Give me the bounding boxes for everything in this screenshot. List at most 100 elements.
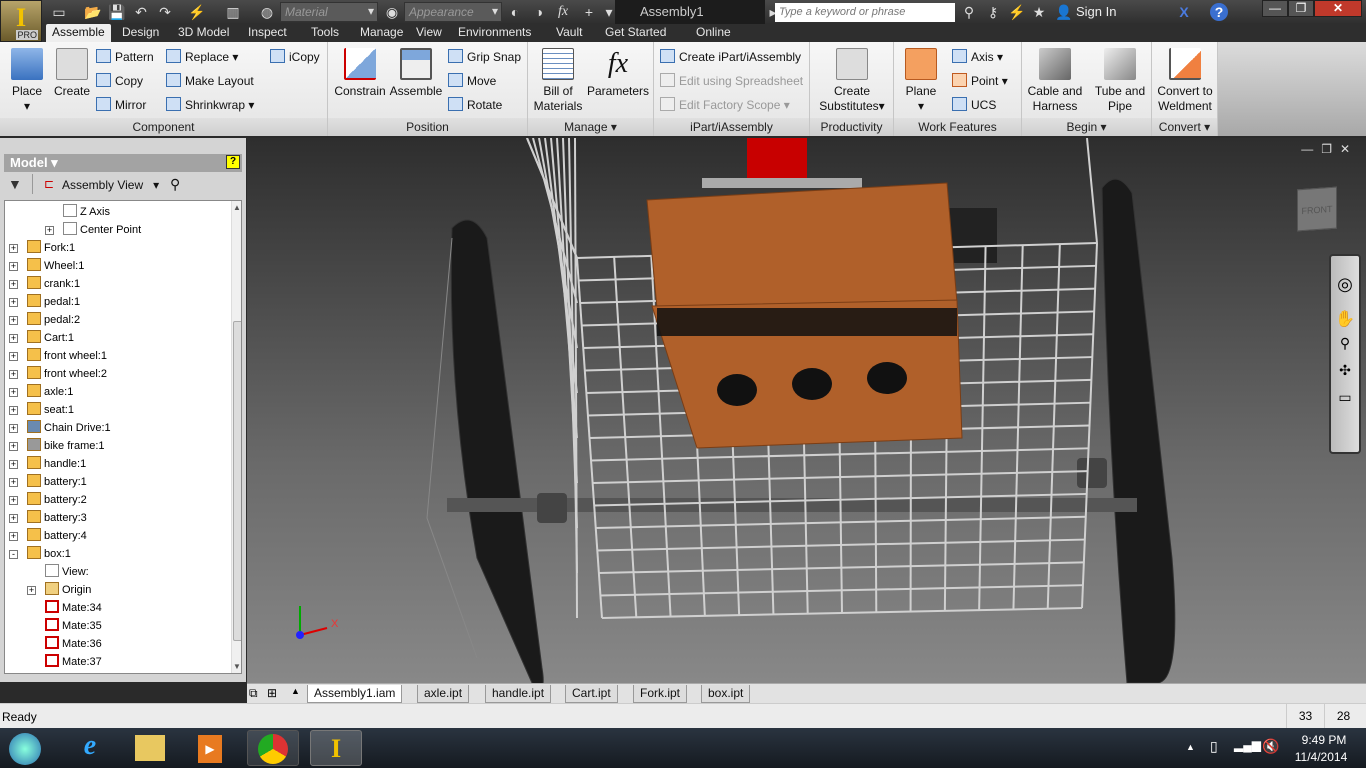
tab-list-icon[interactable]: ▲ <box>291 686 300 696</box>
3d-viewport[interactable]: X —❐✕ FRONT ◎ ✋ ⚲ ✣ ▭ <box>247 138 1366 683</box>
expand-icon[interactable]: + <box>9 298 18 307</box>
network-icon[interactable]: ▂▄▆ <box>1234 738 1261 752</box>
assembly-view-dropdown[interactable]: Assembly View ▾ <box>62 178 159 192</box>
move-button[interactable]: Move <box>448 72 496 90</box>
tree-item[interactable]: front wheel:1 <box>27 347 107 365</box>
tab-get-started[interactable]: Get Started <box>599 24 672 42</box>
expand-icon[interactable]: + <box>9 388 18 397</box>
tab-3d-model[interactable]: 3D Model <box>172 24 235 42</box>
collapse-icon[interactable]: - <box>9 550 18 559</box>
expand-icon[interactable]: + <box>9 442 18 451</box>
replace-button[interactable]: Replace ▾ <box>166 48 238 66</box>
make-layout-button[interactable]: Make Layout <box>166 72 254 90</box>
point-button[interactable]: Point ▾ <box>952 72 1008 90</box>
tree-item[interactable]: Fork:1 <box>27 239 75 257</box>
show-hidden-icons[interactable]: ▲ <box>1186 742 1195 752</box>
tree-item[interactable]: crank:1 <box>27 275 80 293</box>
tree-item[interactable]: axle:1 <box>27 383 73 401</box>
expand-icon[interactable]: + <box>9 514 18 523</box>
tree-item[interactable]: Mate:34 <box>45 599 102 617</box>
cascade-icon[interactable]: ⊞ <box>267 686 277 700</box>
browser-header[interactable]: Model ▾ ? <box>4 154 242 172</box>
document-tab[interactable]: Assembly1.iam <box>307 685 403 703</box>
tab-online[interactable]: Online <box>690 24 737 42</box>
constrain-button[interactable]: Constrain <box>332 48 388 99</box>
tile-icon[interactable]: ⧉ <box>249 686 258 701</box>
exchange-icon[interactable]: X <box>1175 3 1193 21</box>
viewcube[interactable]: FRONT <box>1297 186 1337 232</box>
new-icon[interactable]: ▭ <box>50 3 68 21</box>
expand-icon[interactable]: + <box>9 406 18 415</box>
tree-item[interactable]: Origin <box>45 581 91 599</box>
scrollbar-thumb[interactable] <box>233 321 241 641</box>
assemble-button[interactable]: Assemble <box>388 48 444 99</box>
tab-tools[interactable]: Tools <box>305 24 345 42</box>
appearance-dropdown[interactable]: Appearance <box>404 2 502 22</box>
tree-item[interactable]: Z Axis <box>63 203 110 221</box>
expand-icon[interactable]: + <box>9 496 18 505</box>
expand-icon[interactable]: + <box>9 262 18 271</box>
search-input[interactable]: Type a keyword or phrase <box>775 3 955 22</box>
expand-icon[interactable]: + <box>9 532 18 541</box>
document-tab[interactable]: box.ipt <box>701 685 751 703</box>
satellite-icon[interactable]: ⚡ <box>1008 3 1026 21</box>
clock-date[interactable]: 11/4/2014 <box>1290 750 1352 764</box>
cable-harness-button[interactable]: Cable and Harness <box>1024 48 1086 114</box>
grip-snap-button[interactable]: Grip Snap <box>448 48 521 66</box>
edit-factory-scope-button[interactable]: Edit Factory Scope ▾ <box>660 96 790 114</box>
expand-icon[interactable]: + <box>9 424 18 433</box>
parameters-button[interactable]: fx Parameters <box>586 48 650 99</box>
tree-item[interactable]: battery:1 <box>27 473 87 491</box>
binoculars-icon[interactable]: ⚲ <box>960 3 978 21</box>
tree-scrollbar[interactable]: ▲ ▼ <box>231 201 241 673</box>
panel-label[interactable]: Convert ▾ <box>1152 118 1217 136</box>
clock-time[interactable]: 9:49 PM <box>1296 733 1352 747</box>
look-at-icon[interactable]: ▭ <box>1331 389 1359 406</box>
minimize-button[interactable]: — <box>1262 0 1288 17</box>
expand-icon[interactable]: + <box>9 478 18 487</box>
expand-icon[interactable]: + <box>9 352 18 361</box>
tree-item[interactable]: battery:2 <box>27 491 87 509</box>
document-tab[interactable]: Cart.ipt <box>565 685 618 703</box>
shrinkwrap-button[interactable]: Shrinkwrap ▾ <box>166 96 254 114</box>
sign-in-button[interactable]: Sign In <box>1076 4 1116 19</box>
open-icon[interactable]: 📂 <box>84 3 102 21</box>
expand-icon[interactable]: + <box>9 280 18 289</box>
tree-item[interactable]: battery:3 <box>27 509 87 527</box>
find-icon[interactable]: ⚲ <box>170 176 180 193</box>
close-button[interactable]: ✕ <box>1314 0 1362 17</box>
tree-item[interactable]: Mate:36 <box>45 635 102 653</box>
power-icon[interactable]: ▯ <box>1210 738 1218 755</box>
pattern-button[interactable]: Pattern <box>96 48 154 66</box>
tree-item[interactable]: View: <box>45 563 89 581</box>
expand-icon[interactable]: + <box>27 586 36 595</box>
create-substitutes-button[interactable]: Create Substitutes▾ <box>816 48 888 114</box>
tree-item[interactable]: front wheel:2 <box>27 365 107 383</box>
inventor-taskbar-icon[interactable]: I <box>310 730 362 766</box>
expand-icon[interactable]: + <box>9 316 18 325</box>
select-icon[interactable]: ▥ <box>224 3 242 21</box>
expand-icon[interactable]: + <box>9 460 18 469</box>
tab-design[interactable]: Design <box>116 24 165 42</box>
document-tab[interactable]: axle.ipt <box>417 685 470 703</box>
expand-icon[interactable]: + <box>9 334 18 343</box>
plane-button[interactable]: Plane ▾ <box>900 48 942 114</box>
tree-item[interactable]: Cart:1 <box>27 329 74 347</box>
rotate-button[interactable]: Rotate <box>448 96 502 114</box>
edit-spreadsheet-button[interactable]: Edit using Spreadsheet <box>660 72 803 90</box>
scroll-up-icon[interactable]: ▲ <box>233 203 241 212</box>
mirror-button[interactable]: Mirror <box>96 96 146 114</box>
tab-inspect[interactable]: Inspect <box>242 24 293 42</box>
tab-assemble[interactable]: Assemble <box>46 24 111 42</box>
tab-vault[interactable]: Vault <box>550 24 588 42</box>
steering-wheel-icon[interactable]: ◎ <box>1331 274 1359 295</box>
expand-icon[interactable]: + <box>9 244 18 253</box>
create-ipart-button[interactable]: Create iPart/iAssembly <box>660 48 801 66</box>
internet-explorer-icon[interactable]: e <box>64 730 116 766</box>
restore-button[interactable]: ❐ <box>1288 0 1314 17</box>
undo-icon[interactable]: ↶ <box>132 3 150 21</box>
copy-button[interactable]: Copy <box>96 72 143 90</box>
filter-icon[interactable]: ▼ <box>8 176 22 192</box>
panel-label[interactable]: Manage ▾ <box>528 118 653 136</box>
zoom-icon[interactable]: ⚲ <box>1331 335 1359 352</box>
